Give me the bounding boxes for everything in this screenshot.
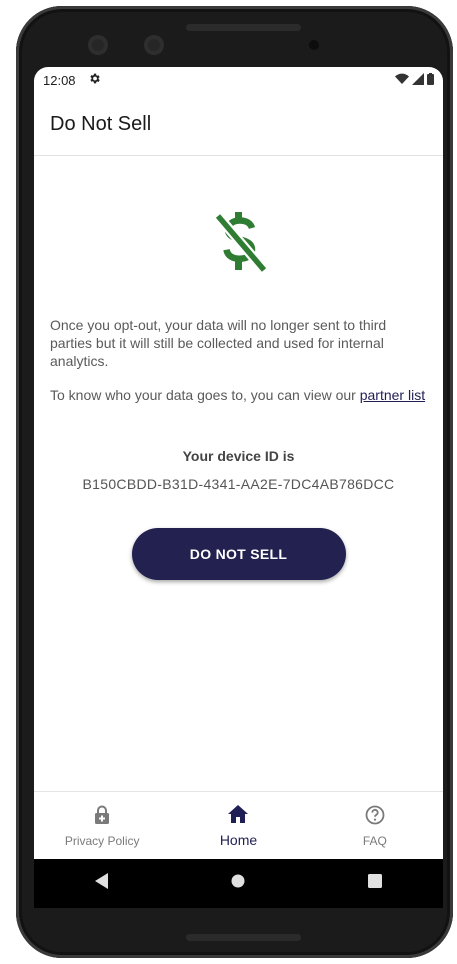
nav-label-faq: FAQ (362, 833, 387, 848)
device-id-label: Your device ID is (182, 448, 295, 464)
do-not-sell-button[interactable]: DO NOT SELL (131, 528, 346, 580)
device-id-value: B150CBDD-B31D-4341-AA2E-7DC4AB786DCC (82, 476, 395, 492)
camera-icon (88, 35, 108, 55)
partner-info: To know who your data goes to, you can v… (50, 386, 427, 404)
opt-out-explanation: Once you opt-out, your data will no long… (50, 317, 387, 369)
system-navigation-bar (34, 859, 443, 908)
home-circle-icon[interactable] (231, 874, 245, 893)
nav-label-privacy-policy: Privacy Policy (64, 833, 140, 848)
battery-icon (427, 72, 434, 88)
page-title: Do Not Sell (50, 112, 152, 135)
partner-info-text: To know who your data goes to, you can v… (50, 387, 360, 403)
help-circle-icon (365, 805, 385, 830)
app-screen: 12:08 Do Not Sell Once you opt-out, your… (34, 67, 443, 908)
status-bar: 12:08 (34, 67, 443, 93)
settings-gear-icon (88, 72, 101, 88)
main-content: Once you opt-out, your data will no long… (34, 206, 443, 580)
nav-item-privacy-policy[interactable]: Privacy Policy (34, 792, 170, 860)
app-bar: Do Not Sell (34, 93, 443, 156)
sensor-icon (144, 35, 164, 55)
home-icon (228, 804, 249, 828)
bottom-navigation: Privacy Policy Home FAQ (34, 791, 443, 860)
front-sensor (309, 40, 319, 50)
nav-label-home: Home (219, 831, 258, 848)
back-icon[interactable] (95, 873, 109, 894)
nav-item-faq[interactable]: FAQ (307, 792, 443, 860)
speaker-bottom (186, 934, 301, 941)
speaker-top (186, 24, 301, 31)
signal-icon (412, 72, 424, 88)
partner-list-link[interactable]: partner list (360, 387, 425, 403)
money-off-icon (50, 206, 427, 276)
status-time: 12:08 (43, 72, 76, 88)
lock-icon (94, 805, 110, 830)
nav-item-home[interactable]: Home (170, 792, 306, 860)
recents-icon[interactable] (367, 874, 382, 893)
wifi-icon (395, 73, 409, 88)
